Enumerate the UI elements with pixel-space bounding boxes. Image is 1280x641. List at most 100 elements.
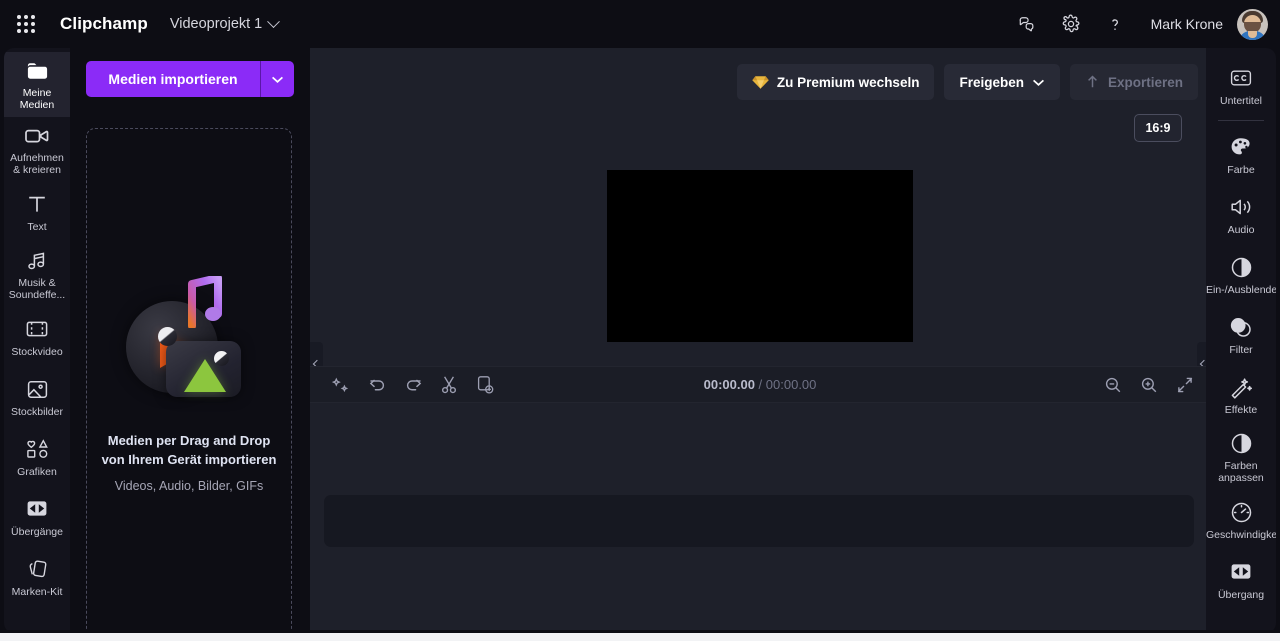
user-name-label: Mark Krone [1150,16,1223,32]
magic-wand-icon[interactable] [326,370,356,400]
fit-icon[interactable] [1170,370,1200,400]
transition-icon [25,498,49,521]
app-header: Clipchamp Videoprojekt 1 Mark Krone [0,0,1280,48]
sidebar-item-effekte[interactable]: Effekte [1206,365,1276,425]
image-dot-shape [214,351,229,366]
sidebar-item-label: Filter [1229,343,1253,356]
import-row: Medien importieren [70,48,308,97]
speed-icon [1230,501,1253,524]
sidebar-item-label: Geschwindigkeit [1206,528,1276,541]
scissors-icon[interactable] [434,370,464,400]
sidebar-item-label: Audio [1227,223,1255,236]
media-dropzone[interactable]: Medien per Drag and Drop von Ihrem Gerät… [86,128,292,641]
timeline-toolbar: 00:00.00 / 00:00.00 [310,366,1210,403]
sidebar-item-stockvideo[interactable]: Stockvideo [4,307,70,367]
chevron-down-icon [267,14,281,28]
left-sidebar: Meine Medien Aufnehmen & kreieren Text M… [4,48,70,633]
camera-icon [24,124,50,147]
project-name-dropdown[interactable]: Videoprojekt 1 [169,14,281,32]
right-sidebar: Untertitel Farbe Audio Ein-/Ausblenden F… [1206,48,1276,633]
timeline-tools-left [310,370,500,400]
folder-icon [25,59,50,82]
sidebar-item-label: Marken-Kit [11,585,63,598]
undo-icon[interactable] [362,370,392,400]
sidebar-item-stockbilder[interactable]: Stockbilder [4,367,70,427]
import-media-dropdown-button[interactable] [260,61,294,97]
filter-icon [1229,316,1253,339]
export-button[interactable]: Exportieren [1069,64,1198,100]
shapes-icon [25,438,50,461]
sidebar-item-marken-kit[interactable]: Marken-Kit [4,547,70,607]
fade-icon [1230,256,1253,279]
sidebar-item-label: Farbe [1227,163,1255,176]
timeline-track-empty[interactable] [324,495,1194,547]
total-time: 00:00.00 [765,377,817,392]
sidebar-item-label: Aufnehmen & kreieren [10,152,64,176]
video-preview-canvas[interactable] [607,170,913,342]
sidebar-item-uebergang[interactable]: Übergang [1206,550,1276,610]
sidebar-item-ein-ausblenden[interactable]: Ein-/Ausblenden [1206,245,1276,305]
sidebar-item-audio[interactable]: Audio [1206,185,1276,245]
zoom-in-icon[interactable] [1134,370,1164,400]
upgrade-premium-button[interactable]: Zu Premium wechseln [736,64,935,100]
os-taskbar-edge [0,633,1280,641]
image-icon [26,378,49,401]
sidebar-item-label: Musik & Soundeffe... [8,277,66,301]
duplicate-icon[interactable] [470,370,500,400]
export-label: Exportieren [1107,74,1183,90]
chevron-down-icon [1033,79,1044,86]
transition-icon [1229,561,1253,584]
sidebar-item-label: Stockvideo [11,345,63,358]
import-media-button[interactable]: Medien importieren [86,61,260,97]
speaker-icon [1229,196,1254,219]
chevron-down-icon [272,76,283,83]
share-button[interactable]: Freigeben [944,64,1060,100]
sidebar-item-musik-soundeffekte[interactable]: Musik & Soundeffe... [4,242,70,307]
media-library-panel: Medien importieren Medien per Drag and D… [70,48,308,641]
text-icon [26,193,48,216]
redo-icon[interactable] [398,370,428,400]
upgrade-premium-label: Zu Premium wechseln [776,74,920,90]
header-actions: Mark Krone [1007,5,1280,43]
app-launcher-icon[interactable] [8,0,44,48]
music-icon [25,249,49,272]
brandkit-icon [25,558,49,581]
avatar[interactable] [1237,8,1268,40]
sidebar-item-geschwindigkeit[interactable]: Geschwindigkeit [1206,490,1276,550]
sidebar-item-text[interactable]: Text [4,182,70,242]
sidebar-item-farben-anpassen[interactable]: Farben anpassen [1206,425,1276,490]
dropzone-subtitle: Videos, Audio, Bilder, GIFs [114,479,264,493]
music-note-icon [188,276,222,328]
project-name-label: Videoprojekt 1 [169,16,263,32]
sidebar-item-label: Ein-/Ausblenden [1206,283,1276,296]
diamond-icon [752,75,769,89]
dropzone-title: Medien per Drag and Drop von Ihrem Gerät… [101,433,277,467]
gear-icon[interactable] [1051,5,1091,43]
sidebar-item-label: Stockbilder [11,405,63,418]
feedback-icon[interactable] [1007,5,1047,43]
time-separator: / [754,377,766,392]
sidebar-item-filter[interactable]: Filter [1206,305,1276,365]
sidebar-item-grafiken[interactable]: Grafiken [4,427,70,487]
video-preview-wrapper [310,106,1210,406]
sidebar-item-uebergaenge[interactable]: Übergänge [4,487,70,547]
timeline-body[interactable] [310,403,1210,633]
sidebar-item-label: Übergang [1217,588,1265,601]
timeline-zoom-controls [1092,370,1210,400]
sidebar-item-label: Effekte [1224,403,1258,416]
share-label: Freigeben [959,74,1024,90]
effects-icon [1229,376,1253,399]
sidebar-item-meine-medien[interactable]: Meine Medien [4,52,70,117]
sidebar-item-untertitel[interactable]: Untertitel [1206,56,1276,116]
current-time: 00:00.00 [703,377,755,392]
captions-icon [1229,67,1253,90]
zoom-out-icon[interactable] [1098,370,1128,400]
palette-icon [1229,136,1253,159]
clipchamp-window: Clipchamp Videoprojekt 1 Mark Krone Mein… [0,0,1280,641]
sidebar-item-aufnehmen-kreieren[interactable]: Aufnehmen & kreieren [4,117,70,182]
editor-area: Zu Premium wechseln Freigeben Exportiere… [310,48,1210,633]
sidebar-item-label: Untertitel [1219,94,1262,107]
sidebar-item-farbe[interactable]: Farbe [1206,125,1276,185]
contrast-icon [1230,432,1253,455]
help-icon[interactable] [1095,5,1135,43]
